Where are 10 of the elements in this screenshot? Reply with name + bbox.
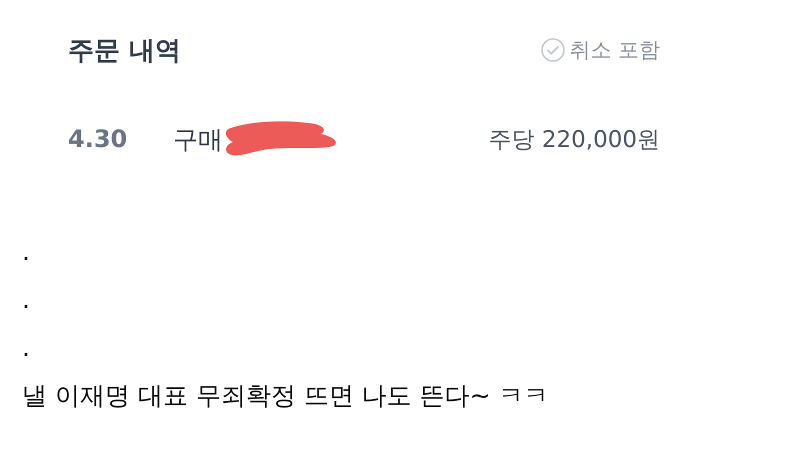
- include-cancelled-toggle[interactable]: 취소 포함: [541, 36, 660, 64]
- check-circle-icon: [541, 38, 566, 62]
- section-title: 주문 내역: [68, 34, 182, 68]
- comment-line: .: [22, 284, 31, 316]
- order-type: 구매: [173, 124, 223, 156]
- comment-line: .: [22, 332, 31, 364]
- comment-line: .: [22, 236, 31, 268]
- order-price: 주당 220,000원: [488, 126, 660, 154]
- comment-line: 낼 이재명 대표 무죄확정 뜨면 나도 뜬다~ ㅋㅋ: [22, 380, 550, 412]
- order-date: 4.30: [68, 125, 128, 153]
